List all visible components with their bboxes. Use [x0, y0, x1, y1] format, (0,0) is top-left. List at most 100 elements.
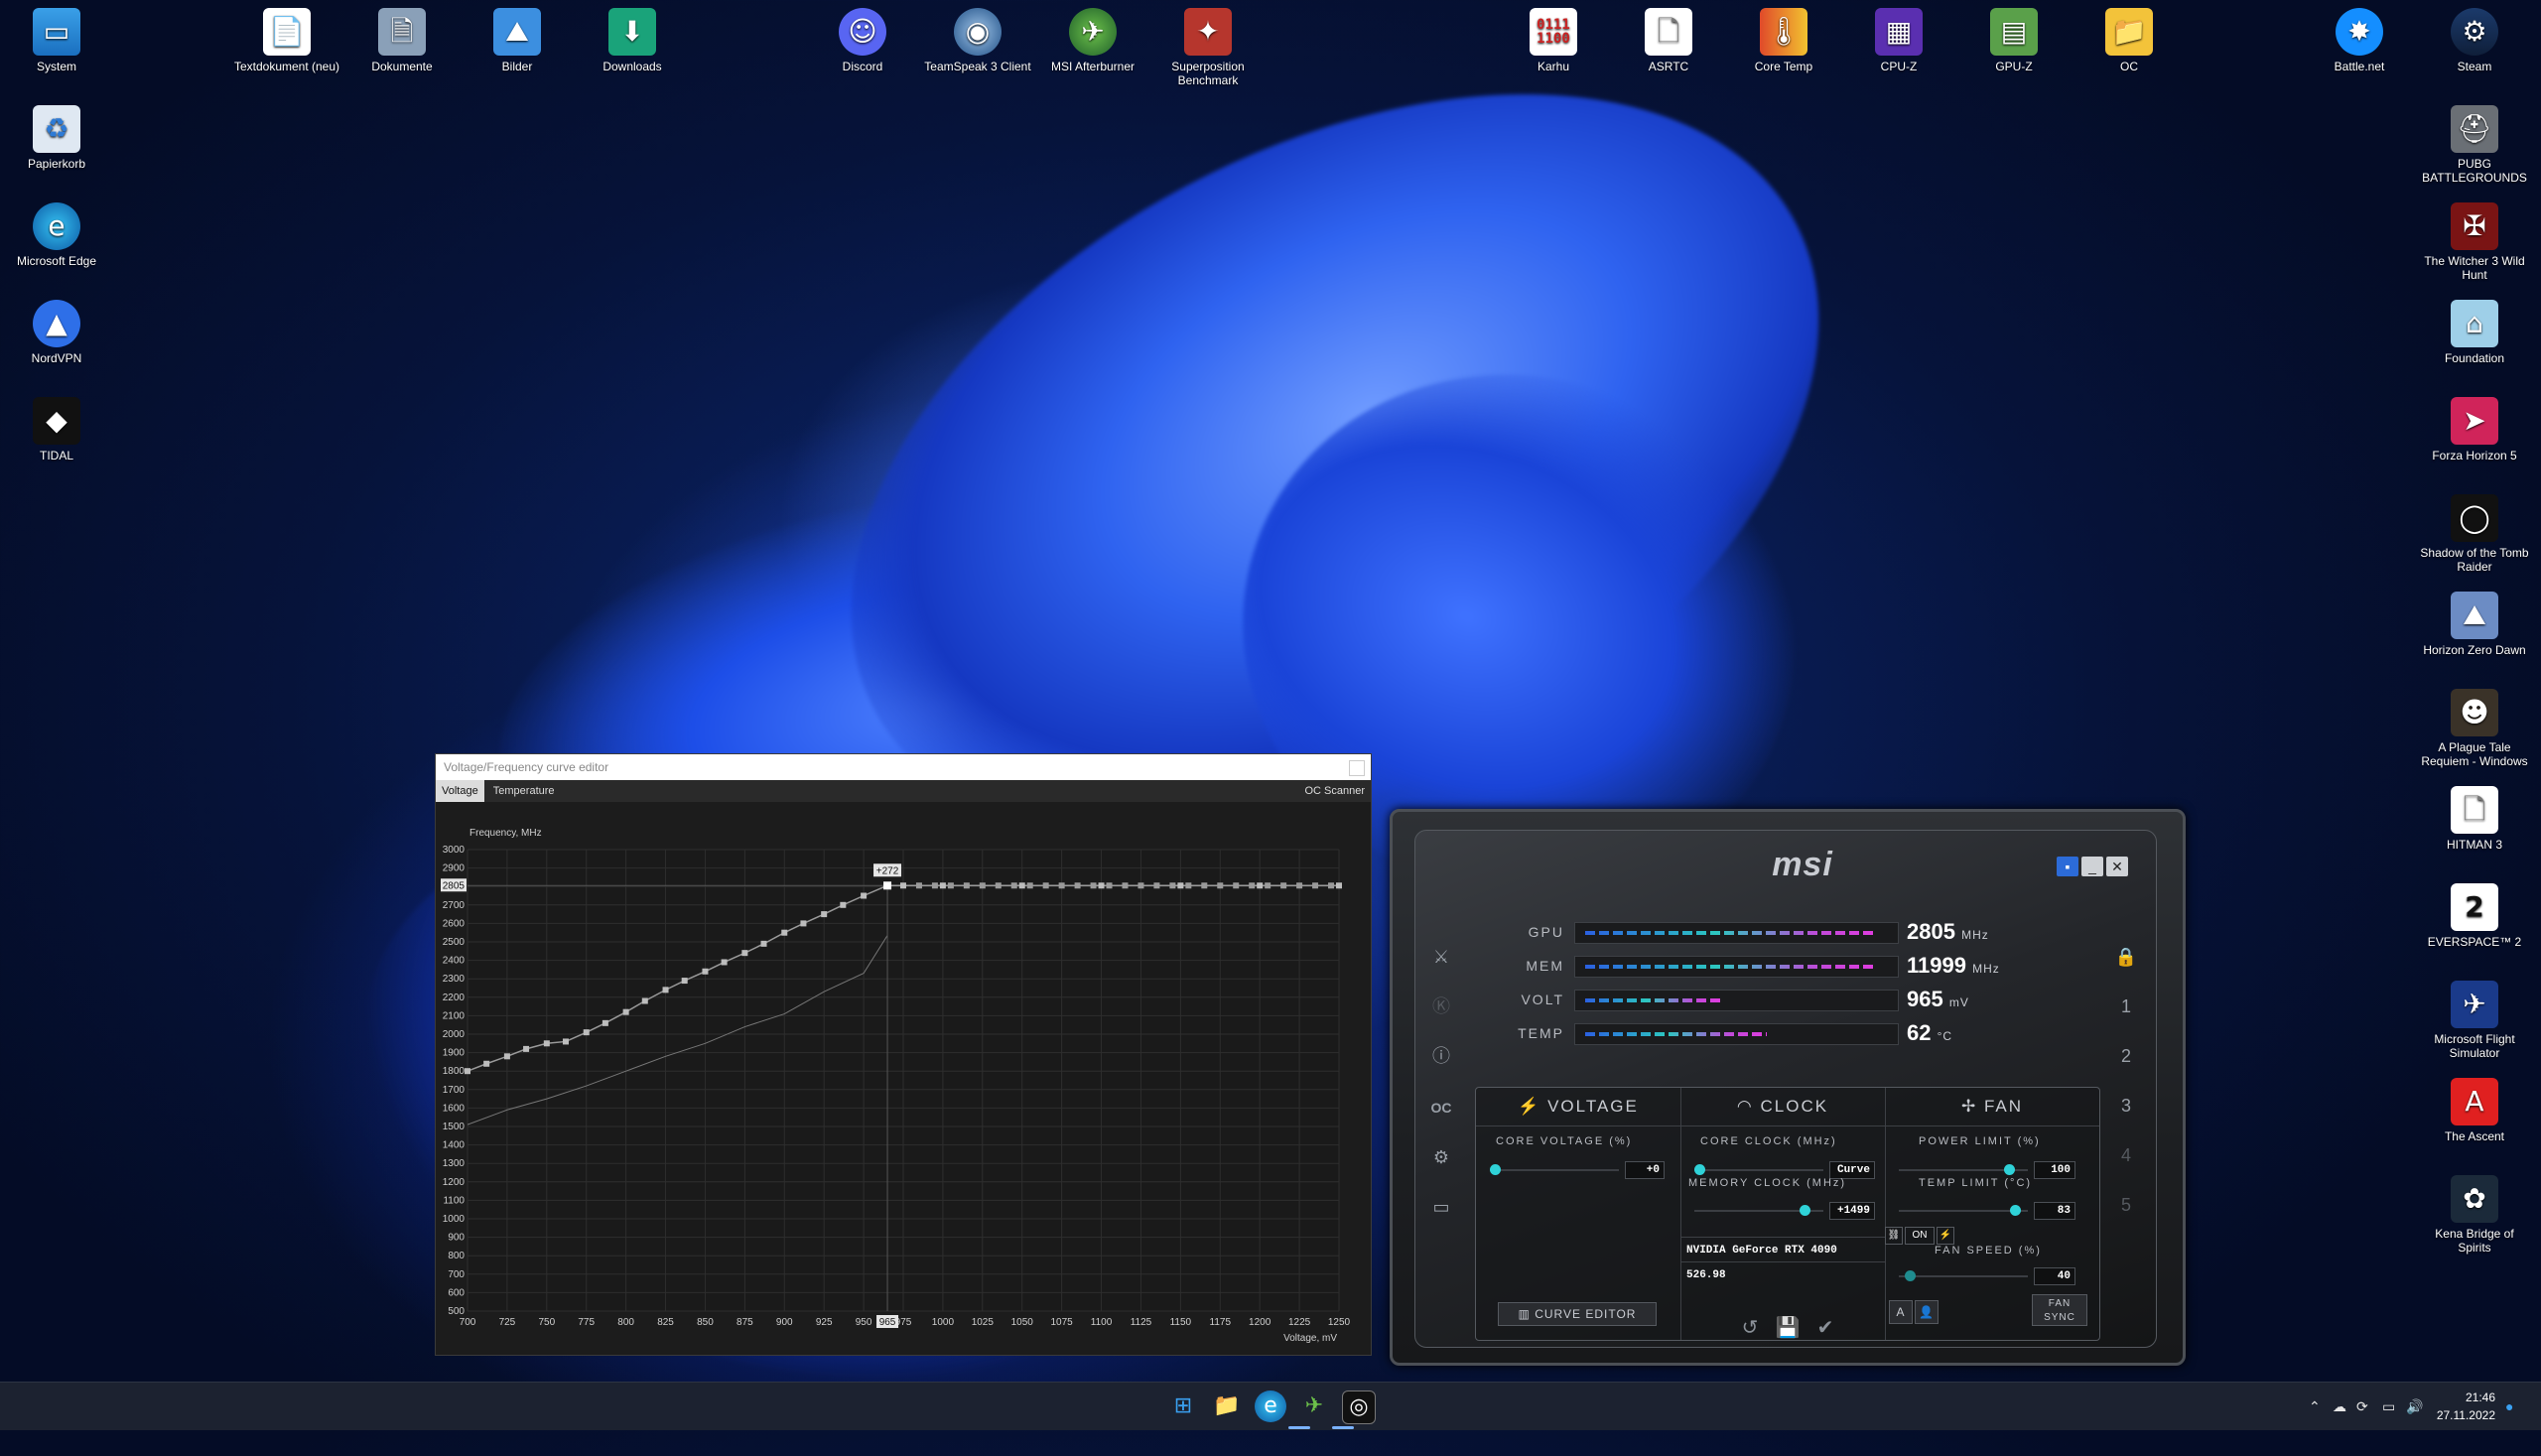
tab-voltage[interactable]: Voltage	[436, 780, 484, 802]
vf-editor-taskbar-icon[interactable]: ◎	[1342, 1390, 1376, 1424]
desktop-icon-downloads[interactable]: ⬇ Downloads	[578, 8, 687, 73]
curve-point[interactable]	[1042, 882, 1049, 889]
desktop-icon-core-temp[interactable]: 🌡 Core Temp	[1729, 8, 1838, 73]
curve-point[interactable]	[1010, 882, 1017, 889]
sync-icon[interactable]: ⟳	[2356, 1383, 2368, 1430]
desktop-icon-foundation[interactable]: ⌂ Foundation	[2420, 300, 2529, 365]
fan-speed-value[interactable]: 40	[2034, 1267, 2075, 1285]
desktop-icon-cpu-z[interactable]: ▦ CPU-Z	[1844, 8, 1953, 73]
curve-point[interactable]	[1106, 882, 1113, 889]
kombustor-icon[interactable]: ⚔	[1425, 940, 1457, 974]
curve-point[interactable]	[662, 987, 669, 993]
clock[interactable]: 21:46 27.11.2022	[2437, 1389, 2495, 1424]
settings-gear-icon[interactable]: ⚙	[1425, 1140, 1457, 1174]
desktop-icon-hitman[interactable]: 🗋 HITMAN 3	[2420, 786, 2529, 852]
slider-knob[interactable]	[1490, 1164, 1501, 1175]
afterburner-window[interactable]: msi ▪ _ ✕ GPU 2805 MHz MEM 11999 MHz VOL…	[1390, 809, 2186, 1366]
curve-point[interactable]	[1336, 882, 1342, 889]
curve-point[interactable]	[1233, 882, 1240, 889]
curve-point[interactable]	[1280, 882, 1287, 889]
show-hidden-icons-chevron-icon[interactable]: ⌃	[2309, 1383, 2321, 1430]
curve-point[interactable]	[1265, 882, 1271, 889]
power-limit-slider[interactable]	[1899, 1164, 2028, 1175]
curve-point[interactable]	[939, 882, 946, 889]
close-icon[interactable]	[1349, 760, 1365, 776]
curve-point[interactable]	[503, 1053, 510, 1060]
afterburner-taskbar-icon[interactable]: ✈	[1298, 1390, 1330, 1422]
curve-point[interactable]	[562, 1038, 569, 1045]
onedrive-icon[interactable]: ☁	[2333, 1383, 2346, 1430]
curve-point[interactable]	[1249, 882, 1256, 889]
desktop-icon-superposition[interactable]: ✦ Superposition Benchmark	[1153, 8, 1263, 87]
desktop-icon-kena[interactable]: ✿ Kena Bridge of Spirits	[2420, 1175, 2529, 1255]
vf-chart[interactable]: 500 600 700 800 900 1000 1100 1200 1300 1400 1500 1…	[436, 802, 1371, 1355]
desktop-icon-tidal[interactable]: ◆ TIDAL	[2, 397, 111, 463]
curve-point[interactable]	[1185, 882, 1192, 889]
curve-point[interactable]	[1098, 882, 1105, 889]
profile-4-button[interactable]: 4	[2110, 1138, 2142, 1172]
desktop-icon-discord[interactable]: ☺ Discord	[808, 8, 917, 73]
desktop-icon-everspace[interactable]: 2 EVERSPACE™ 2	[2420, 883, 2529, 949]
curve-point[interactable]	[602, 1019, 608, 1026]
desktop-icon-nordvpn[interactable]: ▲ NordVPN	[2, 300, 111, 365]
desktop-icon-karhu[interactable]: 0111 1100 Karhu	[1499, 8, 1608, 73]
curve-point[interactable]	[931, 882, 938, 889]
curve-point[interactable]	[465, 1068, 470, 1075]
desktop-icon-recycle-bin[interactable]: ♻ Papierkorb	[2, 105, 111, 171]
minimize-button[interactable]: _	[2081, 857, 2103, 876]
slider-knob[interactable]	[2004, 1164, 2015, 1175]
curve-point[interactable]	[1026, 882, 1033, 889]
desktop-icon-steam[interactable]: ⚙ Steam	[2420, 8, 2529, 73]
desktop-icon-tomb-raider[interactable]: ◯ Shadow of the Tomb Raider	[2420, 494, 2529, 574]
reset-icon[interactable]: ↺	[1742, 1315, 1759, 1341]
curve-point[interactable]	[1217, 882, 1224, 889]
edge-taskbar-icon[interactable]: e	[1255, 1390, 1286, 1422]
k-boost-icon[interactable]: Ⓚ	[1425, 990, 1457, 1023]
curve-point[interactable]	[1328, 882, 1335, 889]
power-limit-value[interactable]: 100	[2034, 1161, 2075, 1179]
curve-point[interactable]	[681, 978, 688, 985]
desktop-icon-battlenet[interactable]: ✸ Battle.net	[2305, 8, 2414, 73]
close-button[interactable]: ✕	[2106, 857, 2128, 876]
core-clock-slider[interactable]	[1694, 1164, 1823, 1175]
desktop-icon-edge[interactable]: e Microsoft Edge	[2, 202, 111, 268]
auto-fan-button[interactable]: A	[1889, 1300, 1913, 1324]
desktop-icon-witcher[interactable]: ✠ The Witcher 3 Wild Hunt	[2420, 202, 2529, 282]
apply-check-icon[interactable]: ✔	[1817, 1315, 1834, 1341]
curve-point[interactable]	[702, 968, 709, 975]
curve-point[interactable]	[721, 959, 728, 966]
desktop-icon-afterburner[interactable]: ✈ MSI Afterburner	[1038, 8, 1147, 73]
desktop-icon-plague-tale[interactable]: ☻ A Plague Tale Requiem - Windows	[2420, 689, 2529, 768]
link-icon[interactable]: ⛓	[1885, 1227, 1903, 1245]
desktop-icon-dokumente[interactable]: 🗎 Dokumente	[347, 8, 457, 73]
desktop-icon-pubg[interactable]: ⛑ PUBG BATTLEGROUNDS	[2420, 105, 2529, 185]
desktop-icon-ascent[interactable]: A The Ascent	[2420, 1078, 2529, 1143]
curve-point[interactable]	[1312, 882, 1319, 889]
core-voltage-slider[interactable]	[1490, 1164, 1619, 1175]
curve-point[interactable]	[821, 911, 828, 918]
desktop-icon-flight-sim[interactable]: ✈ Microsoft Flight Simulator	[2420, 981, 2529, 1060]
curve-point[interactable]	[800, 920, 807, 927]
slider-knob[interactable]	[1694, 1164, 1705, 1175]
desktop-icon-bilder[interactable]: ⛰ Bilder	[463, 8, 572, 73]
fan-sync-button[interactable]: FAN SYNC	[2032, 1294, 2087, 1326]
curve-point[interactable]	[1137, 882, 1144, 889]
curve-point[interactable]	[947, 882, 954, 889]
desktop-icon-teamspeak[interactable]: ◉ TeamSpeak 3 Client	[923, 8, 1032, 73]
curve-point[interactable]	[900, 882, 906, 889]
tab-temperature[interactable]: Temperature	[487, 780, 561, 802]
slider-knob[interactable]	[2010, 1205, 2021, 1216]
profile-5-button[interactable]: 5	[2110, 1188, 2142, 1222]
desktop-icon-gpu-z[interactable]: ▤ GPU-Z	[1959, 8, 2069, 73]
curve-point[interactable]	[641, 997, 648, 1004]
oc-scanner-icon[interactable]: OC	[1425, 1091, 1457, 1125]
desktop-icon-asrtc[interactable]: 🗋 ASRTC	[1614, 8, 1723, 73]
monitoring-icon[interactable]: ▭	[1425, 1190, 1457, 1224]
curve-point[interactable]	[483, 1060, 490, 1067]
fan-speed-slider[interactable]	[1899, 1270, 2028, 1281]
profile-2-button[interactable]: 2	[2110, 1039, 2142, 1073]
network-icon[interactable]: ▭	[2382, 1383, 2395, 1430]
save-icon[interactable]: 💾	[1776, 1315, 1801, 1341]
curve-point[interactable]	[1074, 882, 1081, 889]
volume-icon[interactable]: 🔊	[2406, 1383, 2423, 1430]
